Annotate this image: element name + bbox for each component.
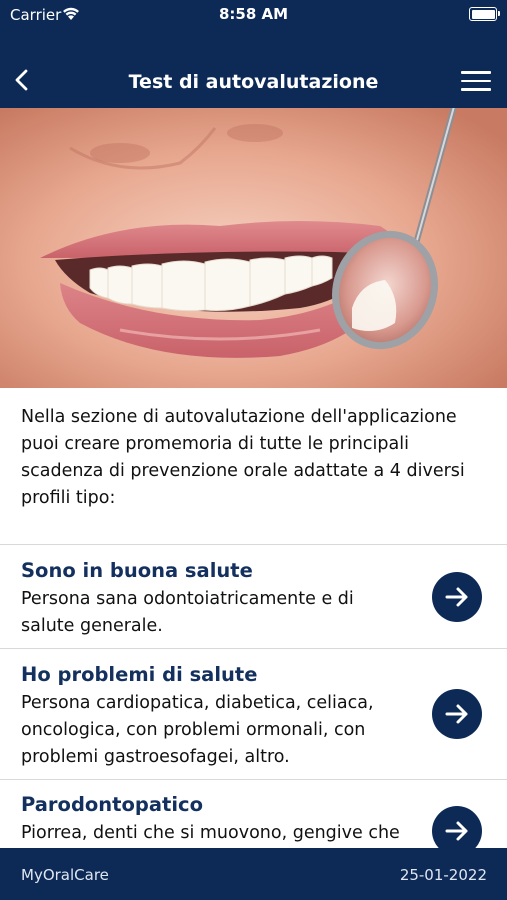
app-name: MyOralCare (21, 866, 109, 884)
profile-description: Persona sana odontoiatricamente e di sal… (21, 589, 354, 636)
profile-card-health-problems[interactable]: Ho problemi di salute Persona cardiopati… (0, 649, 507, 779)
nav-bar: Test di autovalutazione (0, 30, 507, 108)
clock: 8:58 AM (218, 5, 289, 23)
profile-description: Piorrea, denti che si muovono, gengive c… (21, 823, 400, 843)
hamburger-menu-icon[interactable] (461, 71, 491, 91)
page-title: Test di autovalutazione (128, 71, 379, 93)
arrow-right-icon (445, 821, 468, 841)
intro-text: Nella sezione di autovalutazione dell'ap… (21, 407, 465, 508)
profile-title: Ho problemi di salute (21, 663, 258, 686)
battery-icon (469, 7, 500, 21)
profile-card-good-health[interactable]: Sono in buona salute Persona sana odonto… (0, 545, 507, 648)
footer-date: 25-01-2022 (399, 866, 487, 884)
profile-title: Parodontopatico (21, 793, 203, 816)
status-bar: Carrier 8:58 AM (0, 0, 507, 30)
profile-title: Sono in buona salute (21, 559, 253, 582)
profile-card-periodontal[interactable]: Parodontopatico Piorrea, denti che si mu… (0, 780, 507, 848)
arrow-right-button[interactable] (432, 806, 482, 848)
arrow-right-button[interactable] (432, 689, 482, 739)
hero-image (0, 108, 507, 388)
arrow-right-icon (445, 704, 468, 724)
arrow-right-icon (445, 587, 468, 607)
footer-bar: MyOralCare 25-01-2022 (0, 848, 507, 900)
profile-description: Persona cardiopatica, diabetica, celiaca… (21, 693, 374, 767)
arrow-right-button[interactable] (432, 572, 482, 622)
